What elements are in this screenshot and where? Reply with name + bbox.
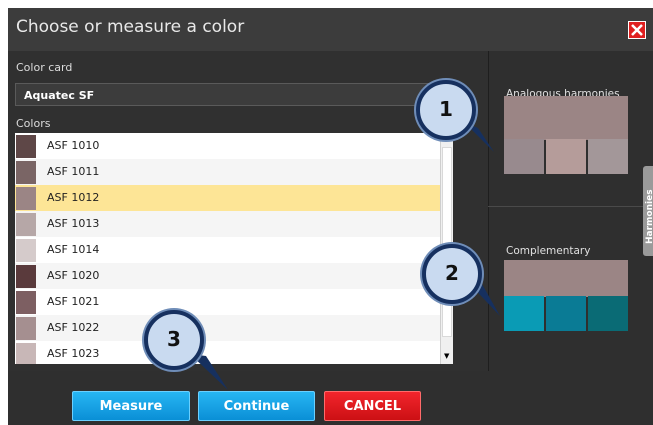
close-icon[interactable] [628,21,646,39]
harmonies-side-tab[interactable]: Harmonies [643,166,653,256]
list-item[interactable]: ASF 1022 [15,315,440,341]
analogous-swatch[interactable] [588,139,628,174]
list-item[interactable]: ASF 1021 [15,289,440,315]
colors-list: ASF 1010 ASF 1011 ASF 1012 ASF 1013 ASF … [15,133,453,364]
list-item-label: ASF 1021 [47,295,100,308]
complementary-swatch[interactable] [546,296,586,331]
complementary-main-swatch [504,260,628,297]
callout-1: 1 [416,80,476,140]
color-swatch [16,291,36,314]
color-swatch [16,265,36,288]
harmonies-tab-label: Harmonies [645,189,653,244]
list-item-label: ASF 1011 [47,165,100,178]
list-item[interactable]: ASF 1020 [15,263,440,289]
color-card-label: Color card [16,61,73,74]
list-item-selected[interactable]: ASF 1012 [15,185,440,211]
scrollbar-thumb[interactable] [442,147,452,337]
complementary-swatch[interactable] [588,296,628,331]
color-swatch [16,239,36,262]
color-swatch [16,135,36,158]
color-swatch [16,317,36,340]
list-item-label: ASF 1022 [47,321,100,334]
left-panel: Color card Aquatec SF Colors ASF 1010 AS… [8,51,488,371]
list-item-label: ASF 1012 [47,191,100,204]
color-swatch [16,343,36,364]
callout-3-number: 3 [167,327,181,351]
colors-label: Colors [16,117,51,130]
dialog-title: Choose or measure a color [16,17,245,37]
complementary-label: Complementary [506,245,591,257]
complementary-swatch[interactable] [504,296,544,331]
list-item-label: ASF 1023 [47,347,100,360]
callout-2: 2 [422,244,482,304]
list-item-label: ASF 1014 [47,243,100,256]
color-dialog: Choose or measure a color Color card Aqu… [8,8,653,425]
button-bar: Measure Continue CANCEL [8,371,653,425]
color-swatch [16,213,36,236]
analogous-swatch[interactable] [546,139,586,174]
list-item[interactable]: ASF 1013 [15,211,440,237]
list-item[interactable]: ASF 1010 [15,133,440,159]
callout-1-number: 1 [439,97,453,121]
list-item[interactable]: ASF 1014 [15,237,440,263]
analogous-swatch[interactable] [504,139,544,174]
color-swatch [16,161,36,184]
measure-button[interactable]: Measure [72,391,190,421]
color-card-select[interactable]: Aquatec SF [15,83,452,106]
list-item-label: ASF 1010 [47,139,100,152]
list-item-label: ASF 1020 [47,269,100,282]
title-bar: Choose or measure a color [8,8,653,51]
scroll-down-icon[interactable]: ▼ [444,352,449,360]
analogous-main-swatch [504,96,628,140]
callout-2-number: 2 [445,261,459,285]
callout-3: 3 [144,310,204,370]
cancel-button[interactable]: CANCEL [324,391,421,421]
color-swatch [16,187,36,210]
panel-divider [488,206,653,207]
list-item[interactable]: ASF 1011 [15,159,440,185]
list-item-label: ASF 1013 [47,217,100,230]
